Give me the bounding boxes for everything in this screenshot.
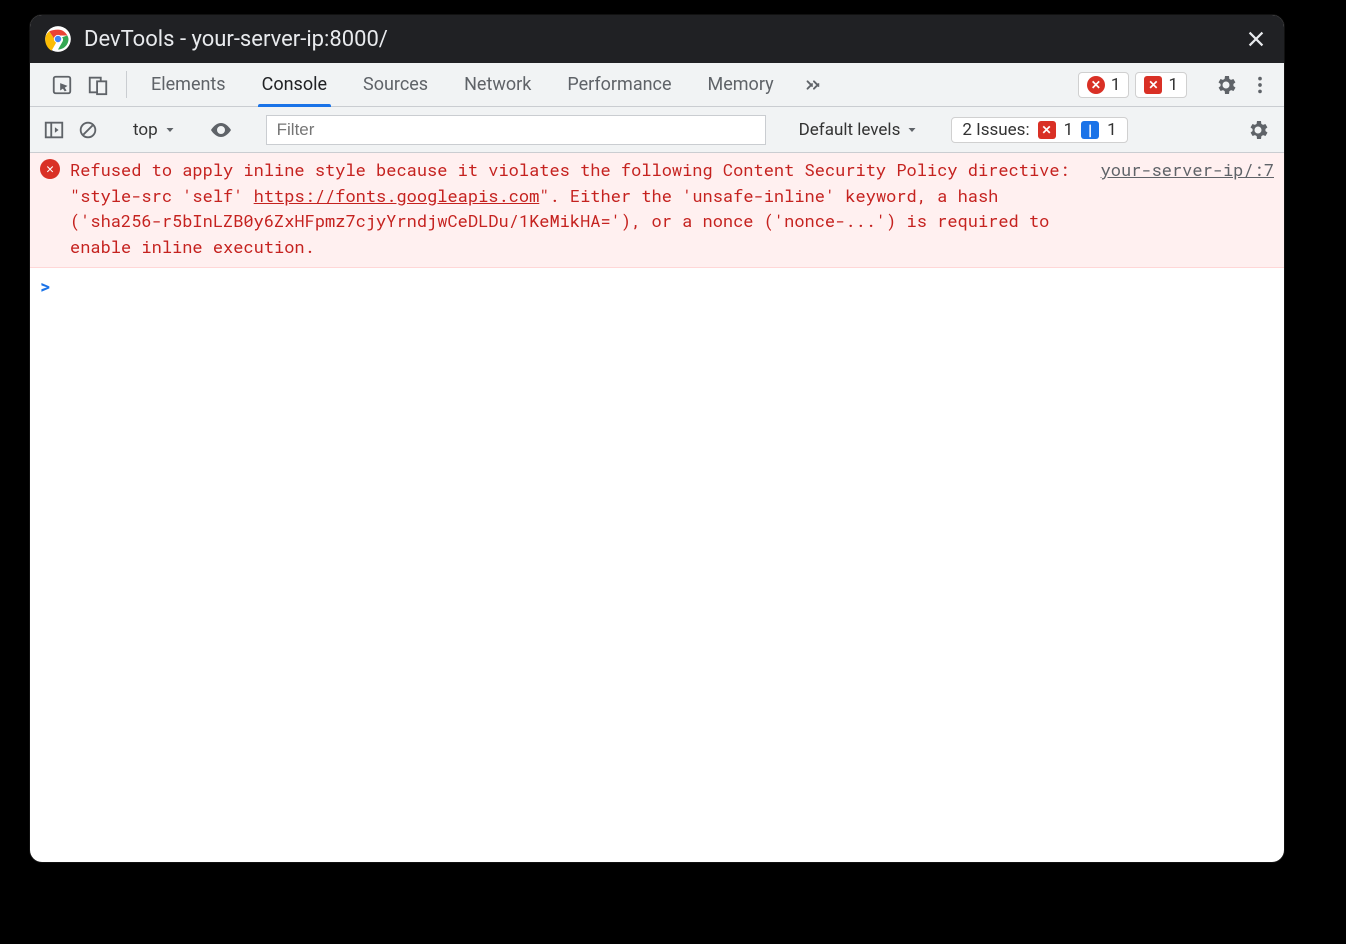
tab-elements[interactable]: Elements [133,63,244,106]
close-icon[interactable] [1242,25,1270,53]
filter-input[interactable] [266,115,766,145]
titlebar: DevTools - your-server-ip:8000/ [30,15,1284,63]
console-output: ✕ Refused to apply inline style because … [30,153,1284,304]
chrome-logo-icon [44,25,72,53]
error-badge-icon: ✕ [1087,76,1105,94]
log-levels-selector[interactable]: Default levels [799,120,919,140]
devtools-window: DevTools - your-server-ip:8000/ Elements… [30,15,1284,862]
issues-blue-count: 1 [1107,120,1117,140]
issues-summary[interactable]: 2 Issues: ✕ 1 ❘ 1 [951,117,1127,143]
tab-performance[interactable]: Performance [549,63,689,106]
tab-elements-label: Elements [151,74,226,95]
error-message: Refused to apply inline style because it… [70,157,1085,259]
device-toolbar-icon[interactable] [86,73,110,97]
error-count-pill[interactable]: ✕ 1 [1078,72,1130,98]
issue-count: 1 [1168,75,1178,95]
toggle-sidebar-icon[interactable] [42,118,66,142]
tab-sources[interactable]: Sources [345,63,446,106]
issues-label: 2 Issues: [962,120,1029,140]
context-label: top [133,120,158,140]
console-toolbar: top Default levels 2 Issues: ✕ 1 ❘ 1 [30,107,1284,153]
issue-blue-icon: ❘ [1081,121,1099,139]
tab-console[interactable]: Console [244,63,345,106]
issue-count-pill[interactable]: ✕ 1 [1135,72,1187,98]
tab-memory[interactable]: Memory [690,63,792,106]
live-expression-eye-icon[interactable] [209,118,233,142]
context-selector[interactable]: top [133,120,176,140]
error-icon: ✕ [40,159,60,179]
levels-label: Default levels [799,120,901,140]
console-error-row: ✕ Refused to apply inline style because … [30,153,1284,268]
dropdown-caret-icon [906,124,918,136]
error-count: 1 [1111,75,1121,95]
tabstrip: Elements Console Sources Network Perform… [30,63,1284,107]
clear-console-icon[interactable] [76,118,100,142]
tab-performance-label: Performance [567,74,671,95]
prompt-caret-icon: > [40,274,60,298]
console-settings-gear-icon[interactable] [1244,116,1272,144]
tab-network-label: Network [464,74,531,95]
tab-memory-label: Memory [708,74,774,95]
inspect-element-icon[interactable] [50,73,74,97]
error-link[interactable]: https://fonts.googleapis.com [254,184,540,207]
tab-console-label: Console [262,74,327,95]
tab-sources-label: Sources [363,74,428,95]
issue-badge-icon: ✕ [1144,76,1162,94]
tab-network[interactable]: Network [446,63,549,106]
window-title: DevTools - your-server-ip:8000/ [84,27,388,52]
issues-red-count: 1 [1064,120,1074,140]
dropdown-caret-icon [164,124,176,136]
issue-red-icon: ✕ [1038,121,1056,139]
kebab-menu-icon[interactable] [1246,71,1274,99]
error-source-link[interactable]: your-server-ip/:7 [1101,157,1274,259]
more-tabs-icon[interactable] [792,63,834,106]
settings-gear-icon[interactable] [1212,71,1240,99]
console-prompt[interactable]: > [30,268,1284,304]
